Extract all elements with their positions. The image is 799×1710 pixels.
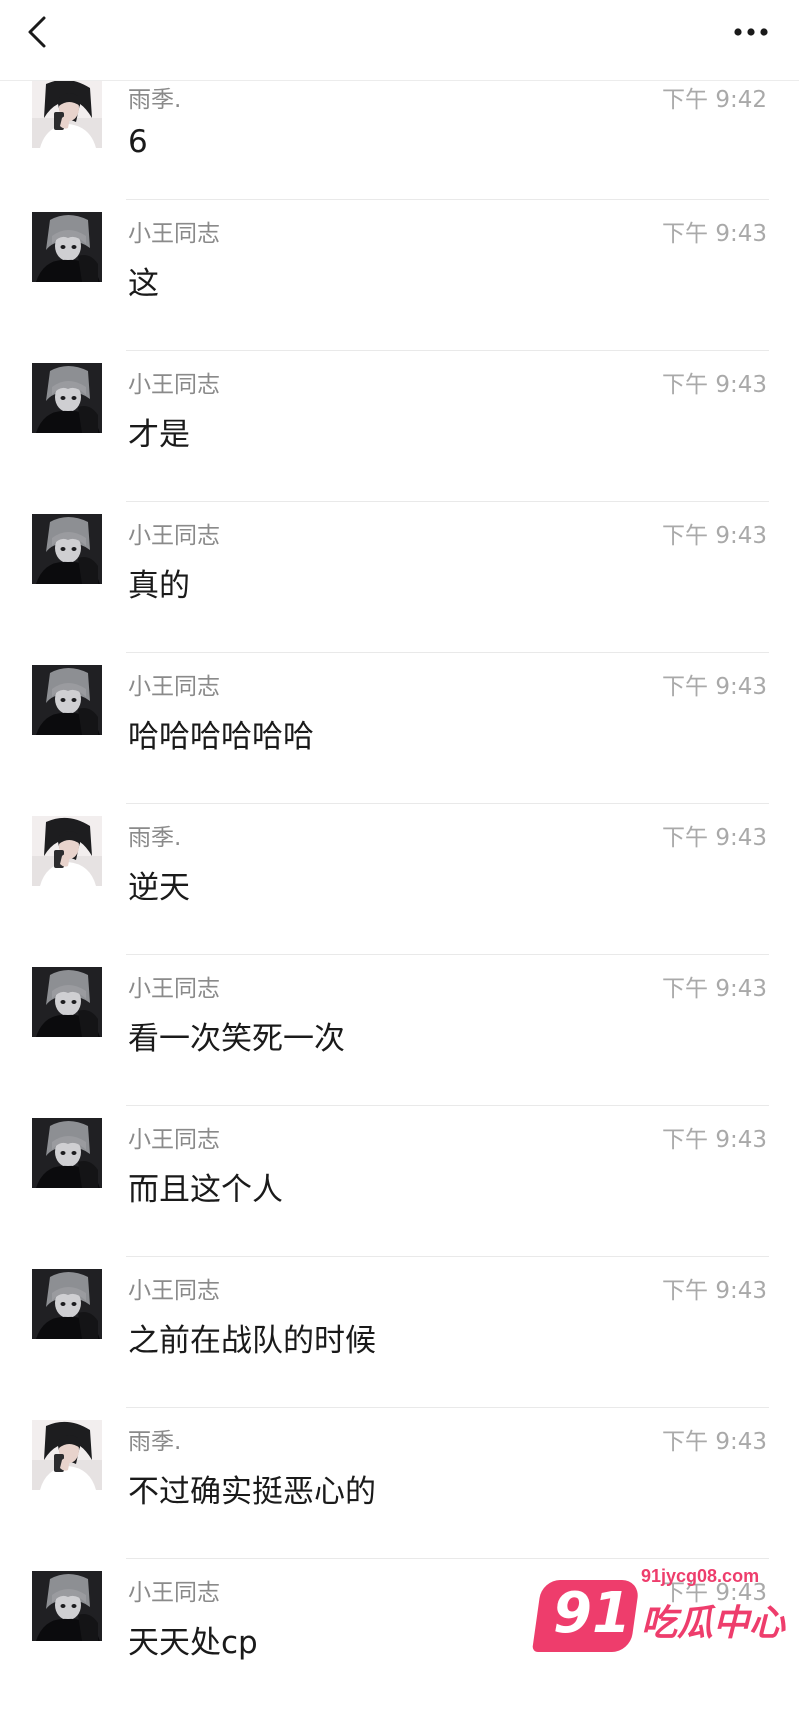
message-text: 不过确实挺恶心的 — [128, 1474, 376, 1510]
sender-name: 雨季. — [128, 825, 182, 851]
message-time: 下午 9:43 — [662, 221, 767, 247]
message-list: 雨季. 下午 9:42 6 小王同志 下午 9:43 这 小王同志 下午 9:4… — [0, 70, 799, 1710]
avatar[interactable] — [32, 816, 102, 886]
message-time: 下午 9:43 — [662, 825, 767, 851]
message-time: 下午 9:43 — [662, 1127, 767, 1153]
message-text: 真的 — [128, 568, 190, 604]
sender-name: 小王同志 — [128, 674, 220, 700]
watermark-name: 吃瓜中心 — [641, 1603, 786, 1644]
message-time: 下午 9:43 — [662, 674, 767, 700]
message-text: 逆天 — [128, 870, 190, 906]
list-item[interactable]: 小王同志 下午 9:43 哈哈哈哈哈哈 — [0, 653, 799, 804]
list-item[interactable]: 小王同志 下午 9:43 看一次笑死一次 — [0, 955, 799, 1106]
message-time: 下午 9:43 — [662, 1429, 767, 1455]
list-item[interactable]: 小王同志 下午 9:43 而且这个人 — [0, 1106, 799, 1257]
message-text: 才是 — [128, 417, 190, 453]
avatar[interactable] — [32, 212, 102, 282]
watermark-url: 91jycg08.com — [641, 1566, 760, 1586]
avatar[interactable] — [32, 1571, 102, 1641]
message-text: 之前在战队的时候 — [128, 1323, 376, 1359]
message-time: 下午 9:42 — [662, 87, 767, 113]
message-text: 这 — [128, 266, 159, 302]
sender-name: 雨季. — [128, 87, 182, 113]
list-item[interactable]: 雨季. 下午 9:42 6 — [0, 70, 799, 200]
message-text: 天天处cp — [128, 1625, 258, 1661]
avatar[interactable] — [32, 1118, 102, 1188]
sender-name: 小王同志 — [128, 372, 220, 398]
avatar[interactable] — [32, 1420, 102, 1490]
more-horizontal-icon — [734, 28, 768, 36]
chevron-left-icon — [28, 16, 46, 48]
sender-name: 小王同志 — [128, 523, 220, 549]
avatar[interactable] — [32, 665, 102, 735]
message-text: 而且这个人 — [128, 1172, 283, 1208]
message-time: 下午 9:43 — [662, 1278, 767, 1304]
avatar[interactable] — [32, 514, 102, 584]
list-item[interactable]: 小王同志 下午 9:43 这 — [0, 200, 799, 351]
message-time: 下午 9:43 — [662, 372, 767, 398]
avatar[interactable] — [32, 1269, 102, 1339]
message-text: 哈哈哈哈哈哈 — [128, 719, 314, 755]
watermark-logo: 91 91jycg08.com 吃瓜中心 — [531, 1566, 787, 1666]
message-time: 下午 9:43 — [662, 523, 767, 549]
message-time: 下午 9:43 — [662, 976, 767, 1002]
sender-name: 雨季. — [128, 1429, 182, 1455]
avatar[interactable] — [32, 967, 102, 1037]
message-text: 6 — [128, 124, 148, 160]
watermark-number: 91 — [553, 1581, 631, 1646]
avatar[interactable] — [32, 363, 102, 433]
avatar[interactable] — [32, 78, 102, 148]
list-item[interactable]: 小王同志 下午 9:43 之前在战队的时候 — [0, 1257, 799, 1408]
more-options-button[interactable] — [727, 12, 779, 56]
sender-name: 小王同志 — [128, 1278, 220, 1304]
sender-name: 小王同志 — [128, 976, 220, 1002]
list-item[interactable]: 小王同志 下午 9:43 才是 — [0, 351, 799, 502]
top-bar — [0, 0, 799, 81]
list-item[interactable]: 雨季. 下午 9:43 不过确实挺恶心的 — [0, 1408, 799, 1559]
list-item[interactable]: 小王同志 下午 9:43 真的 — [0, 502, 799, 653]
sender-name: 小王同志 — [128, 221, 220, 247]
sender-name: 小王同志 — [128, 1580, 220, 1606]
sender-name: 小王同志 — [128, 1127, 220, 1153]
message-text: 看一次笑死一次 — [128, 1021, 345, 1057]
back-button[interactable] — [20, 12, 64, 56]
list-item[interactable]: 雨季. 下午 9:43 逆天 — [0, 804, 799, 955]
